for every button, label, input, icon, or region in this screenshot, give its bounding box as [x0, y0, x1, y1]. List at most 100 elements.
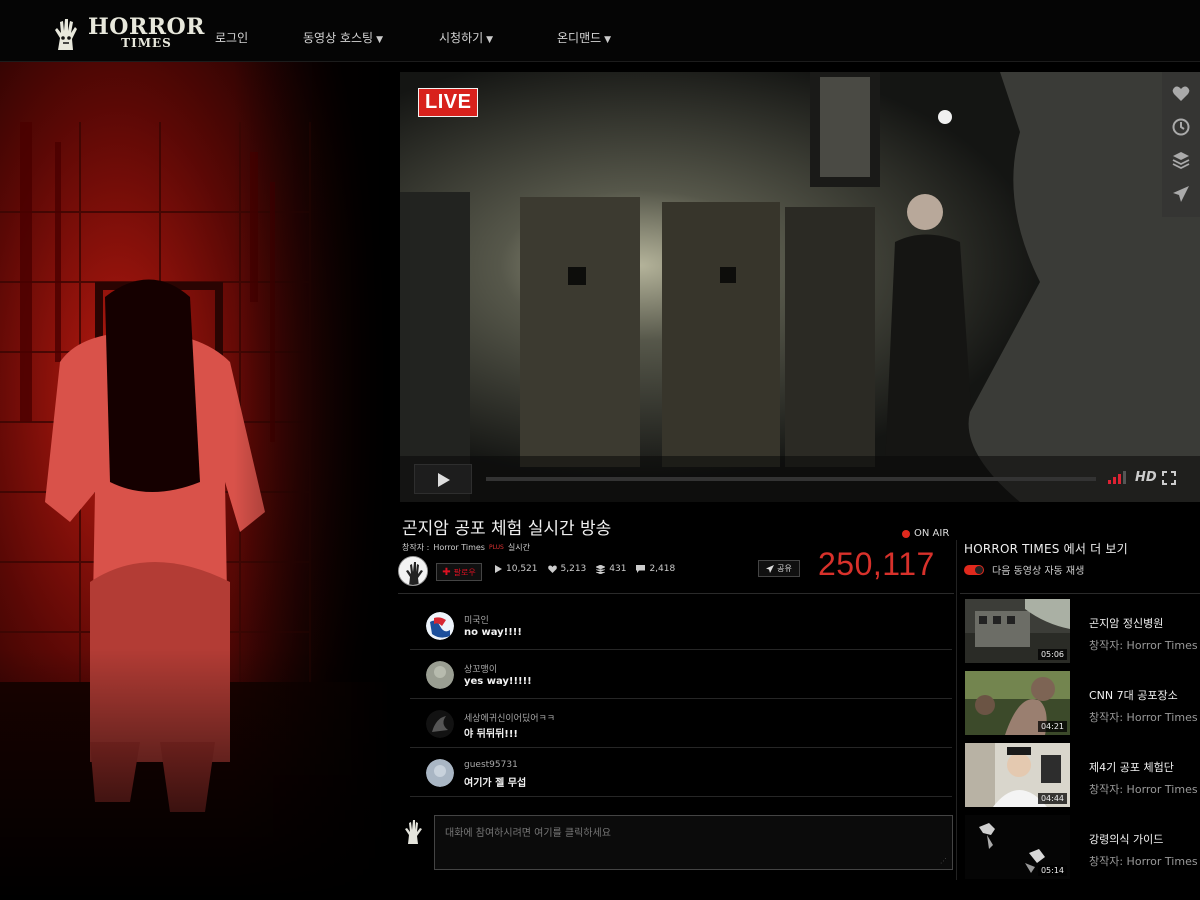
user-avatar[interactable] — [426, 759, 454, 787]
zombie-hand-logo-icon — [55, 19, 77, 50]
toggle-switch[interactable] — [964, 564, 984, 575]
stat-comments: 2,418 — [636, 564, 675, 574]
video-title[interactable]: CNN 7대 공포장소 — [1089, 687, 1178, 703]
nav-watch-label: 시청하기 — [439, 31, 484, 45]
plus-icon: ✚ — [442, 566, 451, 578]
clock-icon[interactable] — [1171, 117, 1191, 137]
share-send-icon — [766, 564, 775, 573]
follow-label: 팔로우 — [453, 567, 476, 577]
video-author: 창작자: Horror Times — [1089, 855, 1198, 868]
autoplay-toggle[interactable]: 다음 동영상 자동 재생 — [964, 562, 1084, 577]
video-duration: 05:14 — [1037, 865, 1067, 876]
video-thumbnail[interactable]: 05:06 — [965, 599, 1070, 663]
hero-ghost-image — [0, 62, 390, 900]
video-author: 창작자: Horror Times — [1089, 783, 1198, 796]
chat-text: 여기가 젤 무섭 — [464, 778, 527, 789]
chevron-down-icon: ▼ — [486, 35, 494, 45]
nav-video-hosting-label: 동영상 호스팅 — [303, 31, 374, 45]
nav-watch[interactable]: 시청하기 ▼ — [439, 29, 493, 46]
chat-text: yes way!!!!! — [464, 676, 532, 687]
video-duration: 05:06 — [1037, 649, 1067, 660]
play-icon — [438, 473, 450, 487]
creator-line: 창작자 : Horror Times PLUS 실시간 — [402, 542, 530, 553]
stat-likes: 5,213 — [547, 564, 587, 574]
top-navigation: HORROR TIMES 로그인 동영상 호스팅 ▼ 시청하기 ▼ 온디맨드 ▼ — [0, 0, 1200, 62]
chat-divider — [398, 593, 954, 594]
column-divider — [956, 540, 957, 880]
follow-button[interactable]: ✚ 팔로우 — [436, 563, 482, 581]
comment-count-icon — [636, 565, 646, 573]
recommended-video[interactable]: 05:14 강령의식 가이드 창작자: Horror Times — [965, 815, 1200, 879]
chat-input[interactable] — [434, 815, 953, 870]
sidebar-divider — [960, 593, 1200, 594]
layers-icon[interactable] — [1171, 150, 1191, 170]
fullscreen-icon[interactable] — [1162, 471, 1176, 485]
send-icon[interactable] — [1171, 184, 1191, 204]
plays-count: 10,521 — [506, 564, 538, 574]
video-title[interactable]: 곤지암 정신병원 — [1089, 615, 1163, 631]
video-author: 창작자: Horror Times — [1089, 639, 1198, 652]
video-thumbnail[interactable]: 04:21 — [965, 671, 1070, 735]
stat-layers: 431 — [596, 564, 626, 574]
zombie-hand-avatar-icon — [399, 557, 427, 585]
recommended-video[interactable]: 04:21 CNN 7대 공포장소 창작자: Horror Times — [965, 671, 1200, 735]
video-thumbnail[interactable]: 04:44 — [965, 743, 1070, 807]
resize-grip-icon[interactable]: ⋰ — [940, 857, 947, 865]
user-avatar[interactable] — [426, 612, 454, 640]
viewer-count: 250,117 — [818, 546, 935, 582]
channel-avatar[interactable] — [398, 556, 428, 586]
chat-text: no way!!!! — [464, 627, 522, 638]
recommended-video[interactable]: 05:06 곤지암 정신병원 창작자: Horror Times — [965, 599, 1200, 663]
video-title: 곤지암 공포 체험 실시간 방송 — [402, 519, 612, 539]
chat-text: 야 뒤뒤뒤!!! — [464, 729, 518, 740]
video-title[interactable]: 제4기 공포 체험단 — [1089, 759, 1174, 775]
volume-icon[interactable] — [1108, 470, 1128, 484]
chat-username[interactable]: 상꼬맹이 — [464, 662, 497, 675]
video-stats: 10,521 5,213 431 2,418 — [494, 564, 675, 574]
autoplay-label: 다음 동영상 자동 재생 — [992, 566, 1085, 577]
heart-icon[interactable] — [1171, 84, 1191, 104]
heart-count-icon — [547, 565, 557, 573]
chat-username[interactable]: guest95731 — [464, 760, 518, 770]
horror-times-logo[interactable]: HORROR TIMES — [52, 16, 205, 50]
share-button[interactable]: 공유 — [758, 560, 800, 577]
play-count-icon — [495, 565, 502, 573]
play-button[interactable] — [414, 464, 472, 494]
zombie-hand-user-icon — [405, 820, 422, 844]
creator-prefix: 창작자 : — [402, 543, 430, 552]
hd-toggle[interactable]: HD — [1135, 470, 1157, 485]
comments-count: 2,418 — [649, 564, 676, 574]
chat-message: 세상에귀신이어딨어ㅋㅋ 야 뒤뒤뒤!!! — [410, 699, 952, 748]
nav-login[interactable]: 로그인 — [215, 29, 248, 46]
nav-video-hosting[interactable]: 동영상 호스팅 ▼ — [303, 29, 383, 46]
on-air-label: ON AIR — [914, 528, 950, 539]
chat-message: 미국인 no way!!!! — [410, 601, 952, 650]
stack-count-icon — [596, 564, 606, 574]
on-air-indicator: ON AIR — [902, 528, 949, 539]
player-controls: HD — [400, 456, 1200, 502]
video-thumbnail[interactable]: 05:14 — [965, 815, 1070, 879]
likes-count: 5,213 — [560, 564, 587, 574]
chat-username[interactable]: 미국인 — [464, 613, 489, 626]
user-avatar[interactable] — [426, 661, 454, 689]
video-title[interactable]: 강령의식 가이드 — [1089, 831, 1163, 847]
chat-username[interactable]: 세상에귀신이어딨어ㅋㅋ — [464, 711, 555, 724]
status-tag: 실시간 — [507, 543, 530, 552]
user-avatar[interactable] — [426, 710, 454, 738]
layers-count: 431 — [609, 564, 627, 574]
live-dot-icon — [902, 529, 910, 538]
nav-on-demand[interactable]: 온디맨드 ▼ — [557, 29, 611, 46]
share-label: 공유 — [777, 564, 792, 573]
player-side-toolbar — [1162, 72, 1200, 217]
recommended-video[interactable]: 04:44 제4기 공포 체험단 창작자: Horror Times — [965, 743, 1200, 807]
video-duration: 04:21 — [1037, 721, 1067, 732]
progress-bar[interactable] — [486, 477, 1096, 481]
video-frame — [400, 72, 1200, 502]
chevron-down-icon: ▼ — [376, 35, 383, 45]
live-badge: LIVE — [418, 88, 479, 117]
video-player[interactable]: LIVE HD — [400, 72, 1200, 502]
video-author: 창작자: Horror Times — [1089, 711, 1198, 724]
nav-on-demand-label: 온디맨드 — [557, 31, 602, 45]
video-duration: 04:44 — [1037, 793, 1067, 804]
creator-name[interactable]: Horror Times — [433, 543, 485, 552]
